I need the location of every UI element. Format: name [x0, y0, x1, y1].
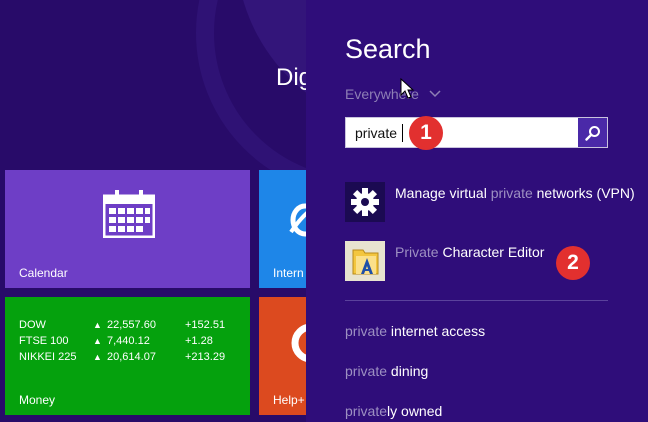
money-tile[interactable]: DOW ▲ 22,557.60 +152.51 FTSE 100 ▲ 7,440…	[5, 297, 250, 415]
internet-explorer-tile-label: Intern	[273, 266, 304, 280]
stock-row: NIKKEI 225 ▲ 20,614.07 +213.29	[19, 349, 225, 365]
search-result-character-editor[interactable]: Private Character Editor	[345, 241, 635, 281]
stock-ticker: DOW ▲ 22,557.60 +152.51 FTSE 100 ▲ 7,440…	[19, 317, 225, 365]
suggestion-rest: dining	[387, 363, 429, 379]
search-scope-dropdown[interactable]: Everywhere	[345, 86, 441, 102]
search-result-vpn[interactable]: Manage virtual private networks (VPN)	[345, 182, 635, 222]
stock-change: +1.28	[185, 335, 213, 347]
result-text-match: Private	[395, 244, 439, 260]
help-tips-tile-label: Help+	[273, 393, 305, 407]
up-arrow-icon: ▲	[93, 352, 102, 362]
character-editor-icon	[345, 241, 385, 281]
search-suggestion[interactable]: private internet access	[345, 323, 485, 339]
calendar-icon	[103, 190, 155, 238]
result-text-post: Character Editor	[438, 244, 545, 260]
start-screen: Dig Calendar Intern DOW ▲ 22,557.60 +152…	[0, 0, 306, 422]
search-result-label: Manage virtual private networks (VPN)	[395, 185, 635, 202]
calendar-tile-label: Calendar	[19, 266, 68, 280]
stock-value: 7,440.12	[107, 335, 150, 347]
stock-change: +213.29	[185, 351, 226, 363]
suggestion-match: private	[345, 323, 388, 339]
stock-value: 20,614.07	[107, 351, 156, 363]
stock-row: FTSE 100 ▲ 7,440.12 +1.28	[19, 333, 225, 349]
search-box[interactable]	[345, 117, 608, 148]
search-input[interactable]	[346, 118, 578, 147]
step-badge-2: 2	[556, 246, 590, 280]
search-pane-title: Search	[345, 34, 431, 64]
step-badge-1: 1	[409, 116, 443, 150]
stock-name: DOW	[19, 319, 46, 331]
search-suggestion[interactable]: private dining	[345, 363, 428, 379]
calendar-tile[interactable]: Calendar	[5, 170, 250, 288]
start-title: Dig	[276, 64, 306, 91]
search-charm-pane: Search Everywhere 1	[306, 0, 648, 422]
search-suggestion[interactable]: privately owned	[345, 403, 442, 419]
suggestion-rest: ly owned	[387, 403, 443, 419]
help-tips-tile[interactable]: Help+	[259, 297, 306, 415]
suggestion-rest: internet access	[387, 323, 486, 339]
search-result-label: Private Character Editor	[395, 244, 544, 261]
up-arrow-icon: ▲	[93, 320, 102, 330]
mouse-pointer-icon	[400, 78, 415, 99]
internet-explorer-icon	[289, 203, 306, 237]
stock-change: +152.51	[185, 319, 226, 331]
search-button[interactable]	[578, 118, 607, 147]
suggestion-match: private	[345, 403, 388, 419]
stock-row: DOW ▲ 22,557.60 +152.51	[19, 317, 225, 333]
stock-value: 22,557.60	[107, 319, 156, 331]
result-text-post: networks (VPN)	[532, 185, 635, 201]
chevron-down-icon	[429, 90, 441, 98]
text-caret	[402, 124, 403, 142]
help-ring-icon	[291, 324, 306, 362]
search-icon	[584, 125, 600, 141]
result-text-match: private	[490, 185, 533, 201]
money-tile-label: Money	[19, 393, 56, 407]
suggestion-match: private	[345, 363, 388, 379]
up-arrow-icon: ▲	[93, 336, 102, 346]
gear-icon	[345, 182, 385, 222]
results-divider	[345, 300, 608, 301]
stock-name: FTSE 100	[19, 335, 69, 347]
result-text-pre: Manage virtual	[395, 185, 491, 201]
internet-explorer-tile[interactable]: Intern	[259, 170, 306, 288]
stock-name: NIKKEI 225	[19, 351, 77, 363]
background-swirl-ring	[196, 0, 306, 196]
